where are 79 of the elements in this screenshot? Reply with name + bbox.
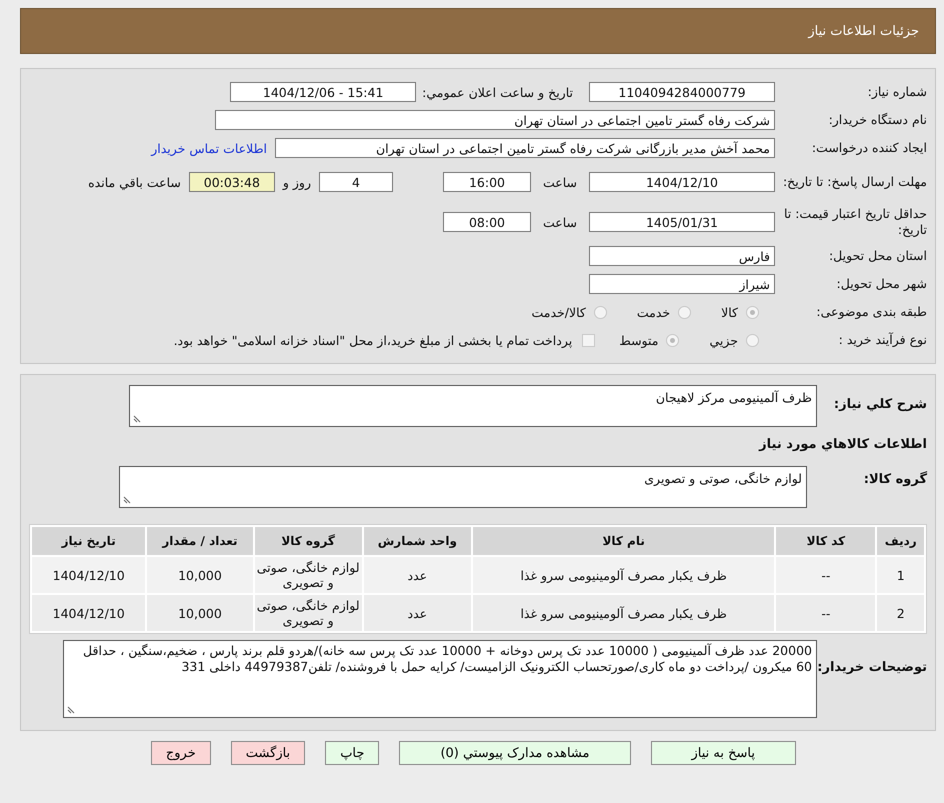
table-cell: لوازم خانگی، صوتی و تصویری (254, 557, 362, 593)
field-label: روز و (282, 174, 311, 190)
table-cell: 2 (877, 595, 924, 631)
table-cell: عدد (364, 595, 471, 631)
field-label: ساعت باقي مانده (88, 174, 181, 190)
resize-grip-icon[interactable] (123, 496, 131, 504)
field-label: تاریخ و ساعت اعلان عمومي: (422, 84, 573, 100)
field-label: طبقه بندی موضوعی: (815, 304, 927, 320)
radio-button[interactable] (678, 306, 692, 318)
action-button[interactable]: خروج (150, 741, 211, 765)
text-area[interactable]: ظرف آلمینیومی مرکز لاهیجان (129, 385, 817, 427)
table-cell: -- (776, 557, 876, 593)
text-field[interactable]: 16:00 (442, 172, 531, 192)
table-cell: لوازم خانگی، صوتی و تصویری (254, 595, 362, 631)
area-text: لوازم خانگی، صوتی و تصویری (643, 471, 802, 486)
field-label: گروه کالا: (862, 472, 927, 487)
field-label: حداقل تاریخ اعتبار قیمت: تا تاریخ: (782, 206, 927, 238)
action-button[interactable]: بازگشت (230, 741, 306, 765)
field-label: ساعت (542, 214, 577, 230)
table-cell: 1404/12/10 (32, 557, 146, 593)
resize-grip-icon[interactable] (67, 706, 75, 714)
table-cell: 1 (877, 557, 924, 593)
section-heading: اطلاعات کالاهاي مورد نیاز (758, 437, 927, 452)
text-field[interactable]: شرکت رفاه گستر تامین اجتماعی در استان تهران (215, 110, 775, 130)
column-header: تعداد / مقدار (147, 527, 253, 555)
radio-button[interactable] (594, 306, 607, 318)
field-label: نوع فرآیند خرید : (838, 332, 927, 348)
column-header: واحد شمارش (364, 527, 471, 555)
resize-grip-icon[interactable] (133, 415, 141, 423)
text-field[interactable]: محمد آخش مدیر بازرگانی شرکت رفاه گستر تامین اجتماعی در استان تهران (275, 138, 775, 158)
text-field[interactable]: 08:00 (442, 212, 531, 232)
field-label: پرداخت تمام یا بخشی از مبلغ خرید،از محل "اسناد خزانه اسلامی" خواهد بود. (174, 332, 572, 348)
field-label: شهر محل تحویل: (836, 276, 927, 292)
field-label: خدمت (636, 304, 670, 320)
checkbox[interactable] (582, 334, 596, 346)
action-button[interactable]: مشاهده مدارک پیوستي (0) (399, 741, 630, 765)
field-label: کالا/خدمت (531, 304, 586, 320)
text-field[interactable]: فارس (589, 246, 775, 266)
contact-link[interactable]: اطلاعات تماس خریدار (151, 140, 267, 156)
field-label: ایجاد کننده درخواست: (810, 140, 927, 156)
text-field[interactable]: شیراز (589, 274, 775, 294)
radio-button[interactable] (746, 334, 759, 346)
action-button[interactable]: پاسخ به نیاز (650, 741, 796, 765)
column-header: ردیف (877, 527, 924, 555)
text-field[interactable]: 4 (318, 172, 393, 192)
table-cell: 1404/12/10 (32, 595, 146, 631)
text-area[interactable] (63, 640, 817, 718)
table-cell: عدد (364, 557, 471, 593)
field-label: مهلت ارسال پاسخ: تا تاریخ: (782, 174, 927, 190)
field-label: ساعت (542, 174, 577, 190)
table-cell: -- (776, 595, 876, 631)
field-label: توضیحات خریدار: (817, 660, 927, 675)
field-label: جزيي (709, 332, 738, 348)
table-cell: 10,000 (147, 557, 253, 593)
text-field[interactable]: 1404/12/06 - 15:41 (230, 82, 416, 102)
table-cell: ظرف یکبار مصرف آلومینیومی سرو غذا (472, 557, 774, 593)
table-cell: ظرف یکبار مصرف آلومینیومی سرو غذا (472, 595, 774, 631)
field-label: متوسط (619, 332, 658, 348)
text-area[interactable]: لوازم خانگی، صوتی و تصویری (119, 466, 807, 508)
column-header: گروه کالا (254, 527, 362, 555)
field-label: استان محل تحویل: (828, 248, 927, 264)
column-header: کد کالا (776, 527, 876, 555)
column-header: نام کالا (472, 527, 774, 555)
text-field[interactable]: 1104094284000779 (589, 82, 775, 102)
text-field[interactable]: 1404/12/10 (589, 172, 775, 192)
radio-button[interactable] (746, 306, 759, 318)
field-label: شرح کلي نیاز: (832, 397, 927, 412)
area-text: ظرف آلمینیومی مرکز لاهیجان (654, 390, 812, 405)
page-title: جزئیات اطلاعات نیاز (808, 24, 919, 38)
field-label: کالا (721, 304, 738, 320)
text-field[interactable]: 1405/01/31 (589, 212, 775, 232)
text-field[interactable]: 00:03:48 (188, 172, 275, 192)
action-button[interactable]: چاپ (325, 741, 380, 765)
column-header: تاریخ نیاز (32, 527, 146, 555)
field-label: نام دستگاه خریدار: (828, 112, 927, 128)
radio-button[interactable] (666, 334, 680, 346)
table-cell: 10,000 (147, 595, 253, 631)
area-text: 20000 عدد ظرف آلمینیومی ( 10000 عدد تک پرس دوخانه + 10000 عدد تک پرس سه خانه)/هردو قلم برند پارس ، ضخیم،سنگین ، حداقل 60 میکرون /پرداخت دو ماه کاری/صورتحساب الکترونیک الزامیست/ کرایه حمل با فروشنده/ تلفن44979387 داخلی 331 (82, 643, 812, 675)
field-label: شماره نیاز: (866, 84, 927, 100)
